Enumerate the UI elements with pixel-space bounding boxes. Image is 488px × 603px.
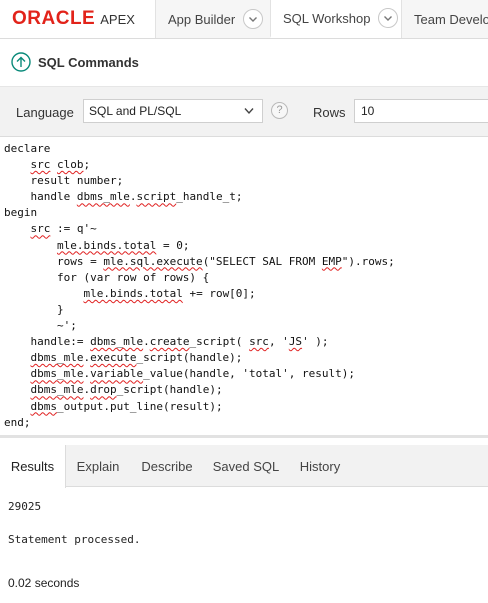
code-token: execute [90,351,137,365]
code-line: end; [4,415,31,429]
output-value: 29025 [8,500,42,513]
code-token: dbms_mle [90,335,144,349]
rows-input[interactable]: 10 [354,99,488,123]
sql-toolbar: Language SQL and PL/SQL ? Rows 10 [0,87,488,137]
tab-saved-sql[interactable]: Saved SQL [204,445,288,487]
chevron-down-icon[interactable] [378,8,399,28]
code-token: JS [288,335,303,349]
code-token: drop [90,383,117,397]
language-label: Language [16,105,74,120]
tab-history[interactable]: History [288,445,352,487]
arrow-up-circle-icon [11,52,31,72]
chevron-down-icon [244,108,254,115]
nav-tab-label: Team Develop [414,11,488,27]
language-select-value: SQL and PL/SQL [89,104,182,118]
sql-code-editor[interactable]: declare src clob; result number; handle … [0,138,488,438]
tab-explain[interactable]: Explain [66,445,130,487]
code-line: declare [4,142,51,155]
logo-brand: ORACLE [12,8,96,29]
code-token: clob [57,158,84,172]
code-text: declare src clob; result number; handle … [4,142,395,429]
code-line: ~'; [4,319,77,333]
code-line: result number; [4,174,124,188]
status-message: Statement processed. [8,533,141,546]
code-token: src [30,222,51,236]
rows-label: Rows [313,105,346,120]
code-line: for (var row of rows) { [4,270,210,284]
code-token: dbms_mle [30,351,84,365]
logo-product: APEX [100,11,135,27]
code-line: } [4,302,64,316]
nav-tab-label: App Builder [168,11,236,27]
code-token: dbms_mle [76,190,130,204]
page-header: SQL Commands [0,39,488,87]
page-title: SQL Commands [38,55,139,70]
execution-time: 0.02 seconds [8,576,80,590]
tab-results[interactable]: Results [0,445,66,488]
code-token: dbms [30,399,58,413]
results-tabs: Results Explain Describe Saved SQL Histo… [0,445,488,488]
code-token: mle.binds.total [56,238,157,252]
code-token: script [136,190,177,204]
code-token: create [149,335,190,349]
code-token: src [30,158,51,172]
code-token: dbms_mle [30,383,84,397]
top-navigation-bar: ORACLE APEX App Builder SQL Workshop Tea… [0,0,488,39]
code-token: mle.binds.total [83,286,183,300]
code-token: variable [90,367,144,381]
code-token: EMP [321,254,342,268]
nav-tab-app-builder[interactable]: App Builder [155,0,270,38]
nav-tab-team-development[interactable]: Team Develop [401,0,488,38]
code-token: mle.sql.execute [103,254,203,268]
nav-tab-label: SQL Workshop [283,10,371,26]
tab-describe[interactable]: Describe [130,445,204,487]
code-token: dbms_mle [30,367,84,381]
code-token: src [249,335,269,349]
code-line: begin [4,206,38,220]
help-icon[interactable]: ? [271,102,288,119]
language-select[interactable]: SQL and PL/SQL [83,99,263,123]
nav-tab-sql-workshop[interactable]: SQL Workshop [270,0,401,38]
chevron-down-icon[interactable] [243,9,264,29]
oracle-apex-logo[interactable]: ORACLE APEX [12,8,135,29]
